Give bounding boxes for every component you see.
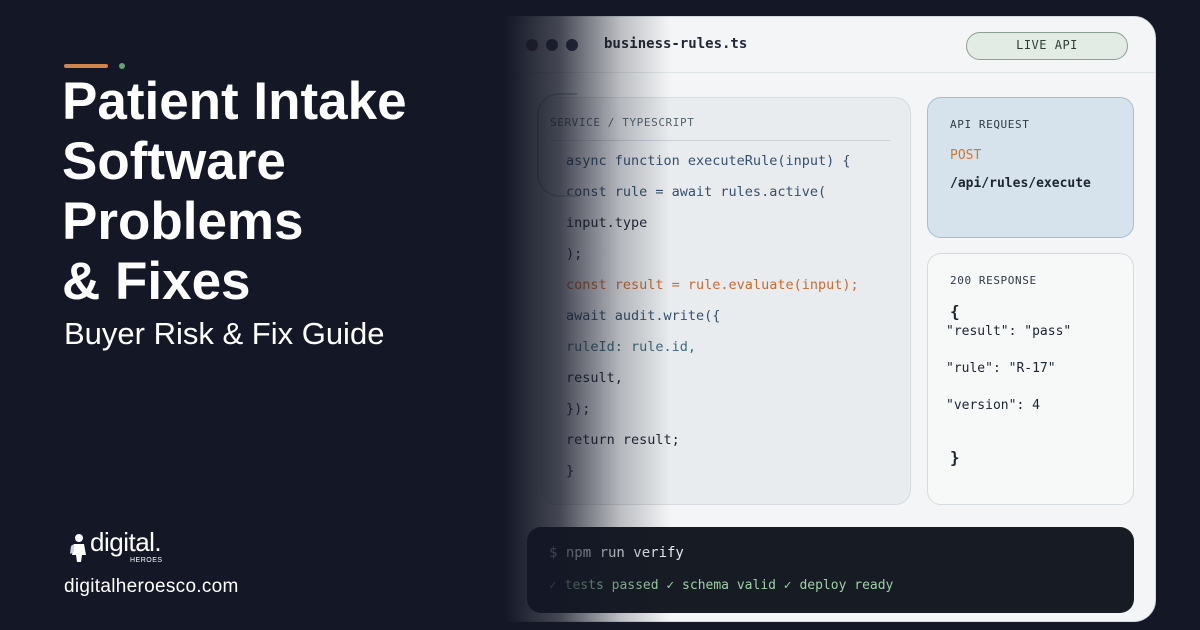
- accent-dot: [119, 63, 125, 69]
- logo-tagline: HEROES: [130, 557, 163, 564]
- json-open-brace: {: [950, 302, 960, 321]
- api-request-panel: API REQUEST POST /api/rules/execute: [927, 97, 1134, 238]
- code-line: ruleId: rule.id,: [566, 339, 697, 355]
- code-line: });: [566, 401, 591, 417]
- code-line: const rule = await rules.active(: [566, 184, 827, 200]
- logo-wordmark: digital.: [90, 527, 162, 557]
- headline-line: Software: [62, 132, 286, 191]
- website-url[interactable]: digitalheroesco.com: [64, 576, 239, 598]
- api-response-label: 200 RESPONSE: [950, 274, 1037, 287]
- editor-window: business-rules.ts LIVE API SERVICE / TYP…: [470, 16, 1156, 622]
- live-api-badge: LIVE API: [966, 32, 1128, 60]
- brand-logo[interactable]: digital. HEROES: [70, 527, 210, 571]
- code-line: input.type: [566, 215, 648, 231]
- code-panel: SERVICE / TYPESCRIPT async function exec…: [541, 97, 911, 505]
- code-line: return result;: [566, 432, 680, 448]
- api-endpoint-path: /api/rules/execute: [950, 176, 1091, 191]
- page-subtitle: Buyer Risk & Fix Guide: [64, 316, 385, 351]
- code-line: async function executeRule(input) {: [566, 153, 851, 169]
- api-response-panel: 200 RESPONSE { "result": "pass" "rule": …: [927, 253, 1134, 505]
- json-line: "rule": "R-17": [946, 361, 1056, 376]
- terminal-command: $ npm run verify: [549, 545, 684, 561]
- code-lines: async function executeRule(input) { cons…: [566, 146, 859, 487]
- code-line: }: [566, 463, 575, 479]
- window-maximize-dot[interactable]: [566, 39, 578, 51]
- code-line: );: [566, 246, 583, 262]
- json-line: "result": "pass": [946, 324, 1072, 339]
- code-line: const result = rule.evaluate(input);: [566, 277, 859, 293]
- headline-line: Patient Intake: [62, 72, 407, 131]
- http-method: POST: [950, 148, 982, 163]
- headline-line: & Fixes: [62, 252, 251, 311]
- brace-decoration: [537, 93, 577, 197]
- headline-line: Problems: [62, 192, 304, 251]
- terminal-panel: $ npm run verify ✓ tests passed ✓ schema…: [527, 527, 1134, 613]
- window-minimize-dot[interactable]: [546, 39, 558, 51]
- editor-titlebar: business-rules.ts LIVE API: [471, 17, 1155, 73]
- json-line: "version": 4: [946, 398, 1040, 413]
- code-line: result,: [566, 370, 623, 386]
- terminal-output: ✓ tests passed ✓ schema valid ✓ deploy r…: [549, 578, 894, 593]
- accent-bar: [64, 64, 108, 68]
- json-close-brace: }: [950, 448, 960, 467]
- code-line: await audit.write({: [566, 308, 721, 324]
- code-panel-divider: [550, 140, 890, 141]
- window-close-dot[interactable]: [526, 39, 538, 51]
- page-title: Patient Intake Software Problems & Fixes: [62, 72, 482, 312]
- hero-figure-icon: [70, 534, 86, 562]
- api-request-label: API REQUEST: [950, 118, 1030, 131]
- file-name: business-rules.ts: [604, 36, 748, 52]
